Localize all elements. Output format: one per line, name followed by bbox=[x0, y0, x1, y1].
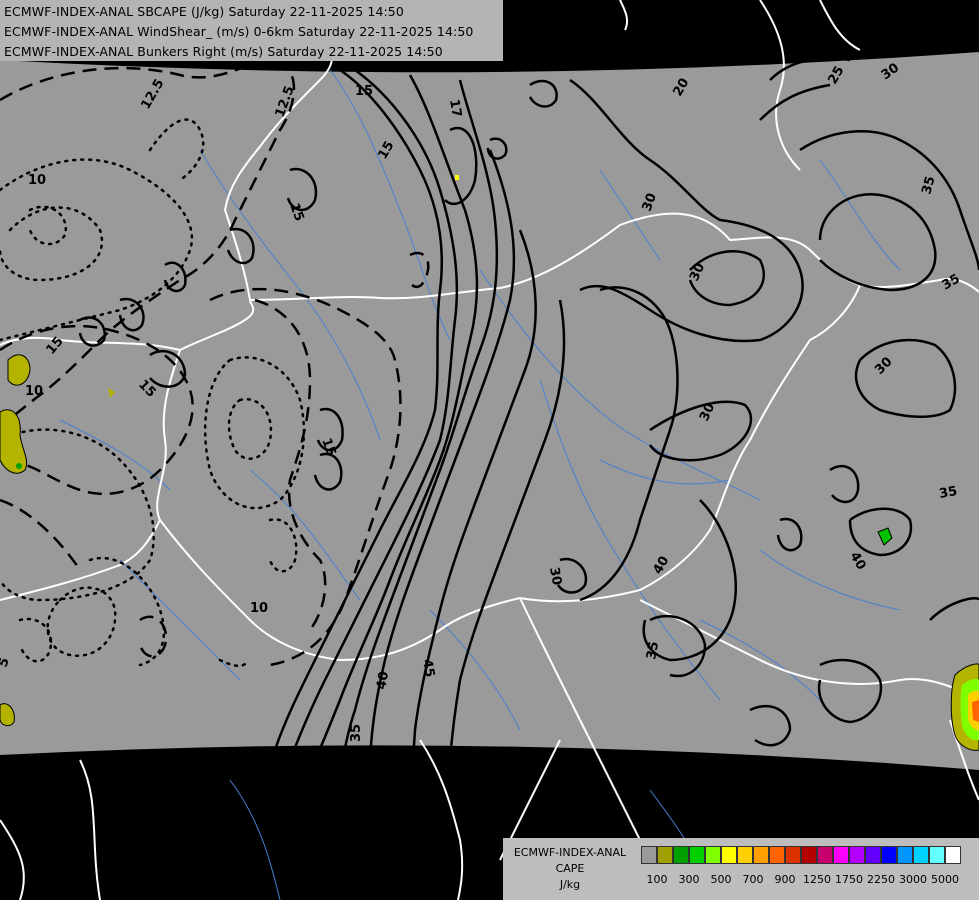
legend-swatch bbox=[865, 846, 881, 864]
legend-swatch bbox=[833, 846, 849, 864]
legend-swatch bbox=[753, 846, 769, 864]
legend-tick-label: 900 bbox=[774, 873, 796, 886]
legend-swatch bbox=[945, 846, 961, 864]
title-panel: ECMWF-INDEX-ANAL SBCAPE (J/kg) Saturday … bbox=[0, 0, 503, 61]
legend-swatch bbox=[929, 846, 945, 864]
contour-label: 35 bbox=[349, 724, 364, 742]
legend-swatch bbox=[705, 846, 721, 864]
legend-swatch bbox=[769, 846, 785, 864]
legend-swatch bbox=[817, 846, 833, 864]
contour-label: 10 bbox=[28, 173, 46, 188]
contour-label: 10 bbox=[25, 384, 43, 399]
legend-tick-label: 1750 bbox=[835, 873, 863, 886]
contour-label: 35 bbox=[644, 640, 662, 660]
legend-model: ECMWF-INDEX-ANAL bbox=[513, 846, 627, 859]
legend-swatch bbox=[657, 846, 673, 864]
map-canvas: 12.5 12.5 10 10 10 15 15 15 15 15 15 17 … bbox=[0, 0, 979, 900]
legend-tick-label: 5000 bbox=[931, 873, 959, 886]
contour-label: 45 bbox=[419, 658, 437, 678]
legend-swatch bbox=[801, 846, 817, 864]
legend-swatch bbox=[785, 846, 801, 864]
legend-swatch bbox=[721, 846, 737, 864]
legend-tick-label: 300 bbox=[678, 873, 700, 886]
legend-swatch bbox=[673, 846, 689, 864]
contour-label: 35 bbox=[938, 484, 958, 502]
legend-tick-label: 2250 bbox=[867, 873, 895, 886]
cape-legend: ECMWF-INDEX-ANAL CAPE J/kg 100 300 500 700 9… bbox=[503, 838, 979, 900]
title-bunkers: ECMWF-INDEX-ANAL Bunkers Right (m/s) Sat… bbox=[4, 44, 443, 59]
legend-tick-label: 500 bbox=[710, 873, 732, 886]
legend-swatch bbox=[913, 846, 929, 864]
legend-swatch bbox=[881, 846, 897, 864]
legend-swatch bbox=[849, 846, 865, 864]
contour-label: 10 bbox=[250, 601, 268, 616]
legend-tick-label: 3000 bbox=[899, 873, 927, 886]
legend-swatch bbox=[737, 846, 753, 864]
legend-swatch bbox=[641, 846, 657, 864]
legend-tick-label: 100 bbox=[646, 873, 668, 886]
contour-label: 40 bbox=[374, 670, 392, 690]
contour-label: 30 bbox=[546, 566, 564, 586]
legend-swatch bbox=[689, 846, 705, 864]
contour-label: 40 bbox=[727, 757, 745, 772]
contour-label: 15 bbox=[355, 84, 373, 99]
title-sbcape: ECMWF-INDEX-ANAL SBCAPE (J/kg) Saturday … bbox=[4, 4, 404, 19]
legend-unit: J/kg bbox=[559, 878, 581, 891]
legend-field: CAPE bbox=[555, 862, 585, 875]
title-windshear: ECMWF-INDEX-ANAL WindShear_ (m/s) 0-6km … bbox=[4, 24, 474, 39]
legend-tick-label: 700 bbox=[742, 873, 764, 886]
legend-tick-label: 1250 bbox=[803, 873, 831, 886]
contour-label: 17 bbox=[446, 98, 464, 118]
legend-swatch bbox=[897, 846, 913, 864]
